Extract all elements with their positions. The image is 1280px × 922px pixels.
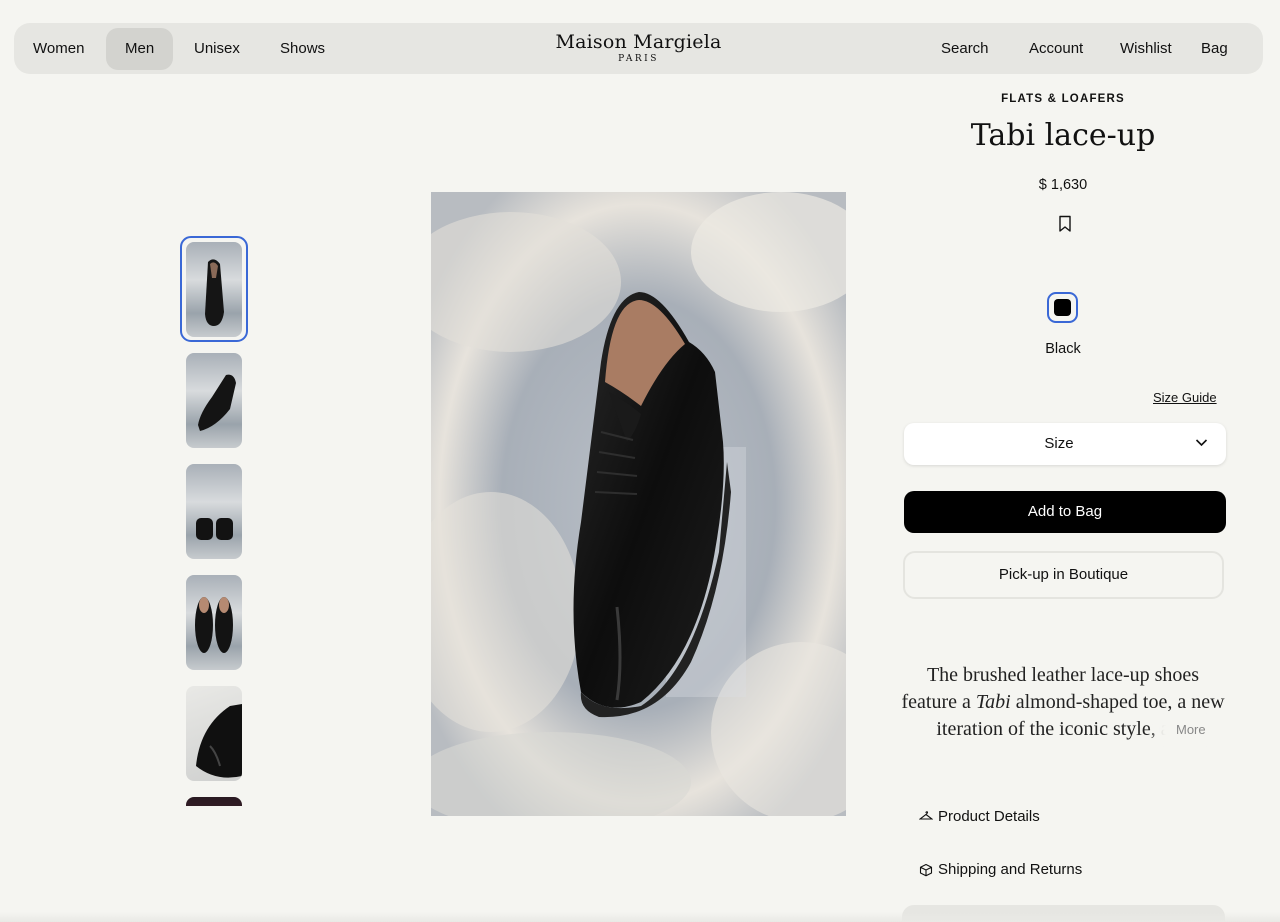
thumbnail-4[interactable]: [186, 575, 242, 670]
page-bottom-shade: [0, 912, 1280, 922]
size-guide-link[interactable]: Size Guide: [1153, 390, 1217, 405]
accordion-product-details[interactable]: Product Details: [919, 808, 1040, 825]
box-icon: [919, 863, 933, 876]
nav-men[interactable]: Men: [106, 28, 174, 70]
top-nav: Women Men Unisex Shows Maison Margiela P…: [14, 23, 1263, 74]
nav-shows[interactable]: Shows: [261, 28, 344, 70]
main-product-image[interactable]: [431, 192, 846, 816]
size-select[interactable]: Size: [904, 423, 1226, 465]
add-to-bag-button[interactable]: Add to Bag: [904, 491, 1226, 533]
shoe-back-image: [196, 518, 233, 540]
description-more-button[interactable]: More: [1166, 717, 1224, 743]
nav-bag[interactable]: Bag: [1182, 28, 1247, 70]
description-italic: Tabi: [975, 691, 1011, 713]
shoe-side-image: [198, 374, 236, 431]
brand-city: PARIS: [618, 54, 659, 64]
shoe-front-image: [205, 259, 224, 326]
shoe-detail-image: [196, 704, 242, 778]
color-swatch-fill: [1054, 299, 1071, 316]
thumbnail-6[interactable]: [186, 797, 242, 806]
product-title: Tabi lace-up: [970, 118, 1156, 153]
thumbnail-3[interactable]: [186, 464, 242, 559]
nav-unisex[interactable]: Unisex: [175, 28, 259, 70]
thumbnail-5[interactable]: [186, 686, 242, 781]
nav-account[interactable]: Account: [1010, 28, 1102, 70]
selected-color-label: Black: [1045, 341, 1081, 357]
tabi-shoe-image: [431, 192, 846, 816]
brand-name: Maison Margiela: [555, 31, 722, 53]
brand-logo[interactable]: Maison Margiela PARIS: [555, 31, 721, 64]
thumbnail-strip: [180, 236, 250, 806]
accordion-product-details-label: Product Details: [938, 808, 1040, 825]
nav-women[interactable]: Women: [14, 28, 103, 70]
size-select-label: Size: [1044, 435, 1074, 452]
accordion-shipping-returns[interactable]: Shipping and Returns: [919, 861, 1082, 878]
thumbnail-1[interactable]: [186, 242, 242, 337]
color-swatch-black[interactable]: [1047, 292, 1078, 323]
shoe-top-image: [195, 597, 233, 653]
product-price: $ 1,630: [1038, 177, 1088, 193]
thumbnail-2[interactable]: [186, 353, 242, 448]
hanger-icon: [919, 810, 933, 820]
nav-wishlist[interactable]: Wishlist: [1101, 28, 1191, 70]
accordion-shipping-returns-label: Shipping and Returns: [938, 861, 1083, 878]
product-category[interactable]: FLATS & LOAFERS: [900, 93, 1226, 105]
wishlist-bookmark-icon[interactable]: [1057, 215, 1073, 233]
nav-search[interactable]: Search: [922, 28, 1008, 70]
chevron-down-icon: [1195, 439, 1208, 447]
pickup-in-boutique-button[interactable]: Pick-up in Boutique: [903, 551, 1224, 599]
